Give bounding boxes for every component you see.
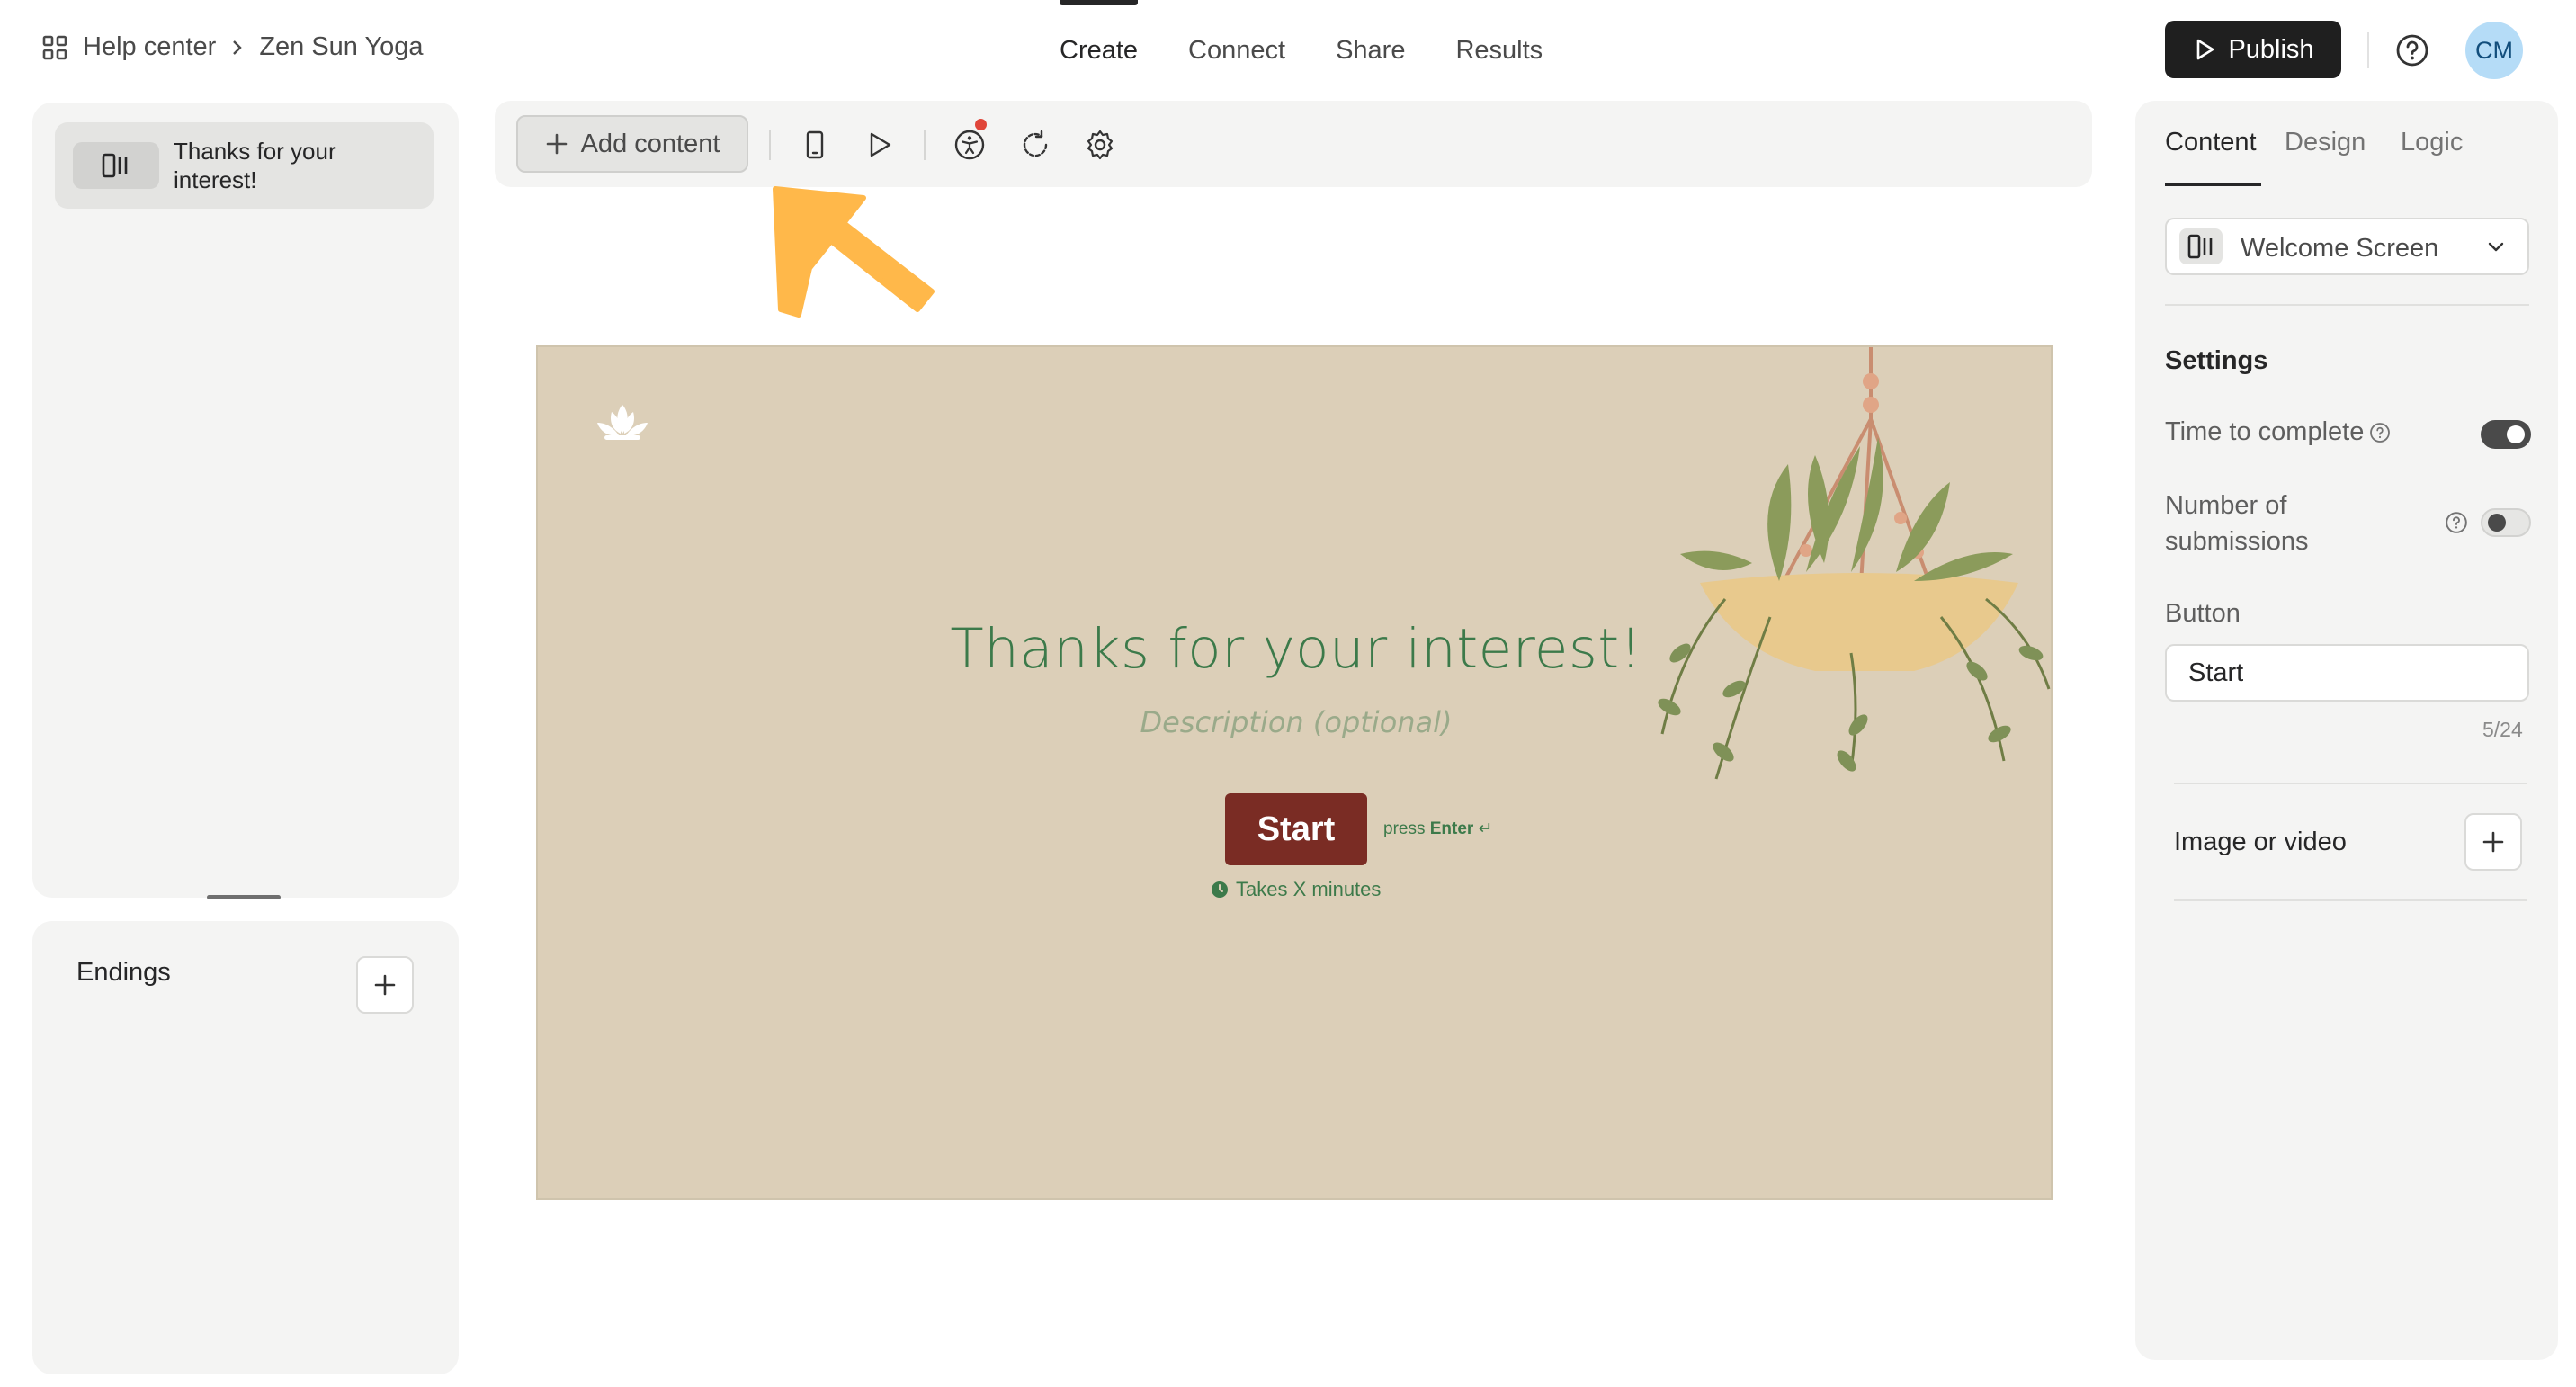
press-prefix: press [1383,819,1426,838]
tab-results[interactable]: Results [1430,0,1568,101]
question-icon[interactable] [2369,422,2391,443]
clock-icon [1212,881,1228,898]
mobile-icon[interactable] [797,127,833,163]
enter-symbol: ↵ [1478,819,1493,838]
add-content-button[interactable]: Add content [516,115,748,173]
add-media-button[interactable] [2464,813,2522,871]
add-content-label: Add content [580,129,720,158]
resize-handle[interactable] [207,895,281,899]
page-item-label: Thanks for your interest! [174,138,336,193]
button-text-field[interactable]: Start [2165,644,2529,702]
breadcrumb: Help center Zen Sun Yoga [41,32,424,62]
welcome-screen-icon [73,142,159,189]
plus-icon [374,974,396,996]
time-estimate-text: Takes X minutes [1236,878,1382,900]
play-icon [2197,39,2214,60]
button-section-label: Button [2165,599,2241,628]
page-item-welcome[interactable]: Thanks for your interest! [55,122,434,209]
preview-play-icon[interactable] [862,127,898,163]
divider [2174,783,2527,784]
image-or-video-label: Image or video [2174,828,2347,856]
welcome-description[interactable]: Description (optional) [538,705,2054,739]
add-ending-button[interactable] [356,956,414,1014]
screen-type-label: Welcome Screen [2241,234,2439,263]
main-nav: Create Connect Share Results [1034,0,1568,101]
tab-logic[interactable]: Logic [2401,128,2463,157]
press-key: Enter [1429,819,1474,838]
tab-connect[interactable]: Connect [1163,0,1310,101]
press-enter-hint: press Enter ↵ [1383,819,1493,839]
plus-icon [2482,831,2504,853]
time-to-complete-row: Time to complete [2165,414,2391,450]
divider [2174,899,2527,901]
chevron-down-icon [2488,242,2504,252]
active-tab-indicator [2165,183,2261,186]
number-of-submissions-label: Number of submissions [2165,491,2309,556]
annotation-arrow [773,186,935,318]
divider [2165,304,2529,306]
hanging-plant-illustration [1658,347,2051,780]
top-bar: Help center Zen Sun Yoga Create Connect … [0,0,2576,101]
number-of-submissions-toggle[interactable] [2481,508,2531,537]
help-icon[interactable] [2394,32,2430,68]
chevron-right-icon [233,40,243,55]
tab-create[interactable]: Create [1034,0,1163,101]
time-to-complete-label: Time to complete [2165,417,2365,446]
toolbar-divider [924,130,926,160]
settings-heading: Settings [2165,346,2268,375]
form-preview-canvas[interactable]: Thanks for your interest! Description (o… [536,345,2053,1200]
time-estimate: Takes X minutes [1211,878,1381,901]
tab-content[interactable]: Content [2165,128,2257,157]
tab-design[interactable]: Design [2285,128,2366,157]
endings-label: Endings [76,958,171,987]
lotus-logo [597,405,648,440]
avatar[interactable]: CM [2465,22,2523,79]
notification-dot [975,119,987,130]
publish-button[interactable]: Publish [2165,21,2341,78]
welcome-title[interactable]: Thanks for your interest! [538,617,2054,681]
welcome-screen-icon [2179,228,2223,264]
time-to-complete-toggle[interactable] [2481,420,2531,449]
breadcrumb-root[interactable]: Help center [83,32,216,62]
question-icon[interactable] [2445,511,2468,534]
header-divider [2367,32,2369,68]
start-button[interactable]: Start [1225,793,1367,865]
tab-share[interactable]: Share [1310,0,1430,101]
publish-label: Publish [2228,34,2314,64]
grid-icon[interactable] [41,34,68,61]
refresh-icon[interactable] [1017,127,1053,163]
toolbar-divider [769,130,771,160]
gear-icon[interactable] [1082,127,1118,163]
accessibility-icon[interactable] [952,127,988,163]
plus-icon [546,133,567,155]
character-counter: 5/24 [2482,718,2523,741]
screen-type-select[interactable]: Welcome Screen [2165,218,2529,275]
pages-panel [32,103,459,898]
breadcrumb-current[interactable]: Zen Sun Yoga [259,32,423,62]
